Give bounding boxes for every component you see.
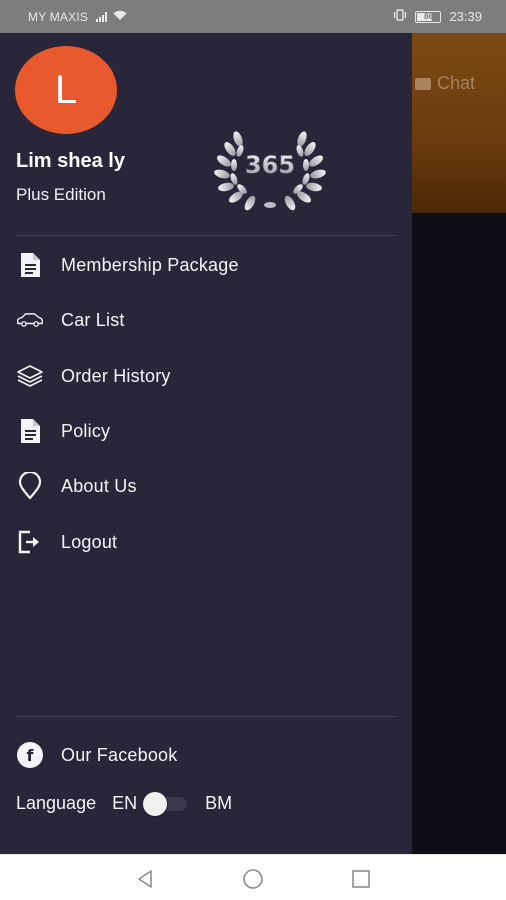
laurel-365-badge: 365: [208, 129, 332, 213]
toggle-thumb[interactable]: [143, 792, 168, 816]
back-button[interactable]: [133, 867, 157, 891]
menu-item-label: Policy: [61, 420, 111, 441]
language-switcher: Language EN BM: [16, 789, 396, 817]
logout-icon: [16, 528, 44, 556]
menu-item-order-history[interactable]: Order History: [0, 353, 412, 399]
home-button[interactable]: [241, 867, 265, 891]
location-pin-icon: [16, 472, 44, 500]
divider-top: [16, 235, 396, 236]
vibrate-icon: [393, 9, 407, 24]
system-nav-bar: [0, 854, 506, 900]
menu-item-about-us[interactable]: About Us: [0, 463, 412, 509]
chat-icon: [415, 77, 431, 90]
menu-item-label: Membership Package: [61, 254, 239, 275]
language-option-bm[interactable]: BM: [205, 793, 232, 814]
car-icon: [16, 306, 44, 334]
membership-edition: Plus Edition: [16, 185, 106, 204]
battery-icon: 86: [415, 10, 442, 23]
document-icon: [16, 251, 44, 279]
chat-label: Chat: [437, 73, 476, 93]
menu-item-logout[interactable]: Logout: [0, 519, 412, 565]
menu-item-label: Logout: [61, 531, 118, 552]
avatar-initial: L: [54, 67, 78, 112]
badge-text: 365: [245, 151, 295, 179]
facebook-link[interactable]: f Our Facebook: [0, 732, 412, 778]
language-option-en[interactable]: EN: [112, 793, 137, 814]
menu-item-policy[interactable]: Policy: [0, 408, 412, 454]
battery-level: 86: [424, 11, 433, 21]
recents-button[interactable]: [349, 867, 373, 891]
signal-icon: [96, 11, 108, 22]
chat-button[interactable]: Chat: [415, 73, 475, 94]
carrier-name: MY MAXIS: [28, 9, 89, 24]
language-label: Language: [16, 792, 97, 813]
status-bar: MY MAXIS 86 23:39: [0, 0, 506, 33]
document-icon: [16, 417, 44, 445]
layers-icon: [16, 362, 44, 390]
wifi-icon: [113, 10, 127, 24]
facebook-label: Our Facebook: [61, 744, 178, 765]
menu-item-label: About Us: [61, 475, 137, 496]
navigation-drawer: L Lim shea ly Plus Edition 365 Membershi…: [0, 33, 412, 854]
avatar[interactable]: L: [15, 46, 117, 134]
user-name: Lim shea ly: [16, 150, 125, 172]
menu-item-label: Order History: [61, 365, 171, 386]
clock: 23:39: [449, 9, 482, 24]
language-toggle[interactable]: [141, 792, 189, 816]
facebook-icon: f: [16, 741, 44, 769]
divider-bottom: [16, 716, 396, 717]
menu-item-car-list[interactable]: Car List: [0, 297, 412, 343]
svg-text:f: f: [27, 746, 35, 765]
menu-item-label: Car List: [61, 309, 125, 330]
menu-item-membership-package[interactable]: Membership Package: [0, 242, 412, 288]
